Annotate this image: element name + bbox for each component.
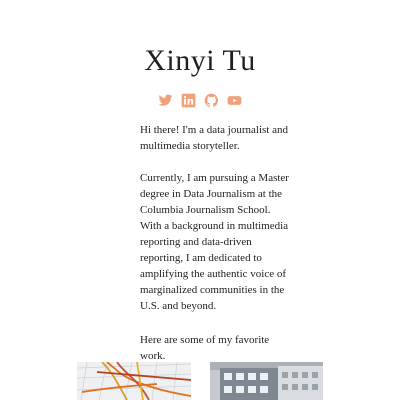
twitter-link[interactable] xyxy=(158,93,173,108)
social-links xyxy=(0,93,400,108)
bio-intro: Hi there! I'm a data journalist and mult… xyxy=(140,124,288,152)
favorite-work-heading: Here are some of my favorite work. xyxy=(140,334,270,362)
bio-background: Currently, I am pursuing a Master degree… xyxy=(140,172,289,312)
work-card-map[interactable] xyxy=(77,362,191,400)
page-title: Xinyi Tu xyxy=(144,44,256,77)
work-card-photo[interactable] xyxy=(210,362,323,400)
github-link[interactable] xyxy=(204,93,219,108)
github-icon xyxy=(204,93,219,108)
bio-section: Hi there! I'm a data journalist and mult… xyxy=(140,122,290,364)
youtube-link[interactable] xyxy=(227,93,242,108)
youtube-icon xyxy=(227,96,242,105)
linkedin-link[interactable] xyxy=(181,93,196,108)
linkedin-icon xyxy=(181,93,196,108)
twitter-icon xyxy=(158,94,173,106)
map-thumbnail xyxy=(77,362,191,400)
building-photo-thumbnail xyxy=(210,362,323,400)
